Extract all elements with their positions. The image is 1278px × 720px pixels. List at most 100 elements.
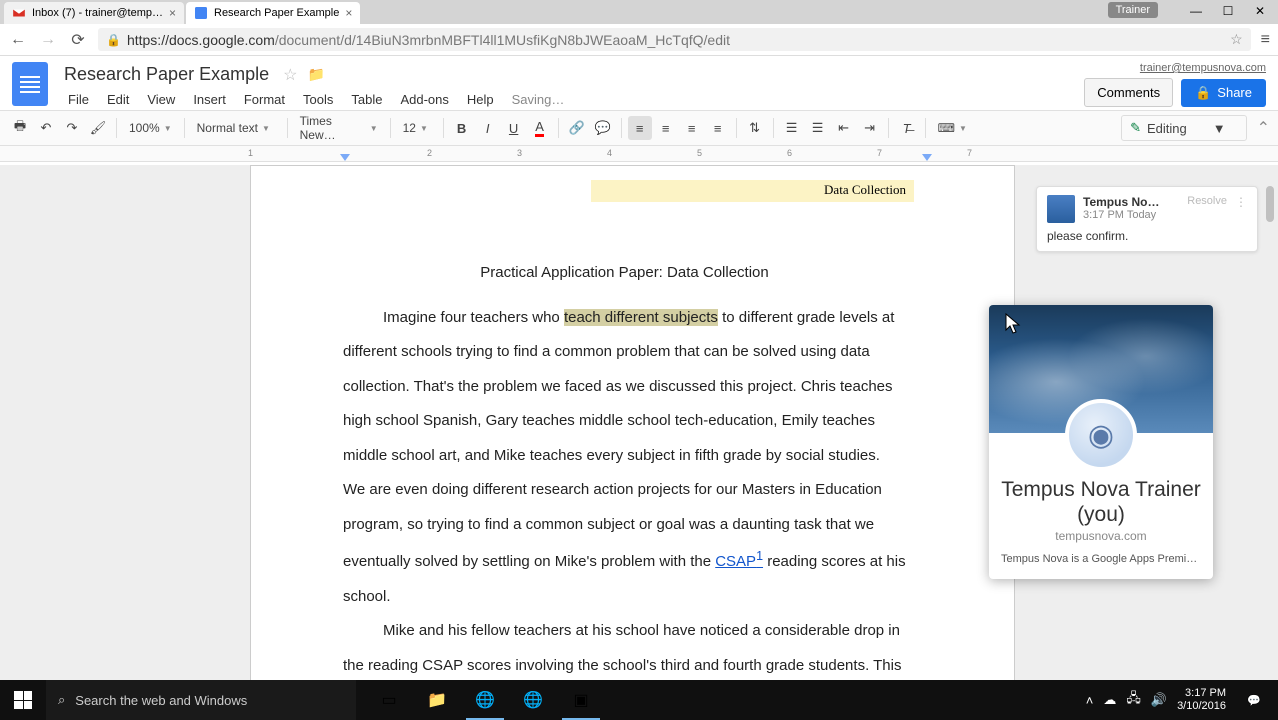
browser-tab-docs[interactable]: Research Paper Example × (186, 2, 360, 24)
star-icon[interactable]: ☆ (283, 65, 297, 85)
close-icon[interactable]: × (169, 6, 176, 20)
menu-addons[interactable]: Add-ons (392, 89, 456, 110)
task-view-button[interactable]: ▭ (366, 680, 412, 720)
clear-formatting-button[interactable]: T̶ (895, 116, 919, 140)
comments-button[interactable]: Comments (1084, 78, 1173, 107)
mouse-cursor (1004, 312, 1024, 336)
menu-format[interactable]: Format (236, 89, 293, 110)
windows-icon (14, 691, 32, 709)
lock-icon: 🔒 (106, 33, 121, 47)
save-status: Saving… (504, 89, 573, 110)
ruler[interactable]: 1 2 3 4 5 6 7 7 (0, 146, 1278, 162)
comment-menu-icon[interactable]: ⋮ (1235, 195, 1247, 209)
document-page[interactable]: Data Collection Practical Application Pa… (250, 165, 1015, 680)
volume-icon[interactable]: 🔊 (1151, 692, 1167, 708)
lock-icon: 🔒 (1195, 85, 1211, 101)
comment-thread[interactable]: Tempus Nova … 3:17 PM Today Resolve ⋮ pl… (1036, 186, 1258, 252)
menu-bar: File Edit View Insert Format Tools Table… (60, 89, 1084, 110)
paragraph[interactable]: Mike and his fellow teachers at his scho… (343, 614, 906, 680)
taskbar: ⌕ Search the web and Windows ▭ 📁 🌐 🌐 ▣ ˄… (0, 680, 1278, 720)
outdent-button[interactable]: ⇤ (832, 116, 856, 140)
file-explorer-icon[interactable]: 📁 (414, 680, 460, 720)
bold-button[interactable]: B (450, 116, 474, 140)
font-select[interactable]: Times New…▼ (294, 116, 384, 140)
close-button[interactable]: ✕ (1246, 2, 1274, 20)
align-right-button[interactable]: ≡ (680, 116, 704, 140)
italic-button[interactable]: I (476, 116, 500, 140)
toolbar: 🖶 ↶ ↷ 🖌 100%▼ Normal text▼ Times New…▼ 1… (0, 110, 1278, 146)
profile-badge[interactable]: Trainer (1108, 2, 1158, 18)
paragraph[interactable]: Imagine four teachers who teach differen… (343, 301, 906, 615)
close-icon[interactable]: × (345, 6, 352, 20)
underline-button[interactable]: U (502, 116, 526, 140)
collapse-toolbar-button[interactable]: ⌃ (1257, 118, 1270, 138)
tray-expand-icon[interactable]: ˄ (1086, 693, 1094, 708)
window-controls: — ☐ ✕ (1182, 2, 1274, 20)
browser-menu-button[interactable]: ≡ (1261, 31, 1270, 49)
clock[interactable]: 3:17 PM 3/10/2016 (1177, 687, 1226, 713)
scrollbar-thumb[interactable] (1266, 186, 1274, 222)
document-heading[interactable]: Practical Application Paper: Data Collec… (343, 256, 906, 291)
link-button[interactable]: 🔗 (565, 116, 589, 140)
start-button[interactable] (0, 680, 46, 720)
comment-timestamp: 3:17 PM Today (1083, 209, 1179, 221)
resolve-button[interactable]: Resolve (1187, 195, 1227, 207)
numbered-list-button[interactable]: ☰ (780, 116, 804, 140)
redo-button[interactable]: ↷ (60, 116, 84, 140)
browser-tab-inbox[interactable]: Inbox (7) - trainer@temp… × (4, 2, 184, 24)
url-field[interactable]: 🔒 https://docs.google.com/document/d/14B… (98, 28, 1251, 51)
tab-label: Inbox (7) - trainer@temp… (32, 7, 163, 19)
zoom-select[interactable]: 100%▼ (123, 116, 178, 140)
line-spacing-button[interactable]: ⇅ (743, 116, 767, 140)
page-header[interactable]: Data Collection (591, 180, 914, 202)
menu-help[interactable]: Help (459, 89, 502, 110)
paint-format-button[interactable]: 🖌 (86, 116, 110, 140)
menu-insert[interactable]: Insert (185, 89, 234, 110)
chrome-canary-icon[interactable]: 🌐 (510, 680, 556, 720)
align-left-button[interactable]: ≡ (628, 116, 652, 140)
editing-mode-select[interactable]: ✎ Editing ▼ (1121, 115, 1247, 141)
input-tools-button[interactable]: ⌨▼ (932, 116, 973, 140)
text-color-button[interactable]: A (528, 116, 552, 140)
indent-button[interactable]: ⇥ (858, 116, 882, 140)
menu-tools[interactable]: Tools (295, 89, 341, 110)
network-icon[interactable]: 🖧 (1126, 689, 1141, 711)
taskbar-search[interactable]: ⌕ Search the web and Windows (46, 680, 356, 720)
comment-button[interactable]: 💬 (591, 116, 615, 140)
highlighted-text[interactable]: teach different subjects (564, 309, 718, 326)
bookmark-star-icon[interactable]: ☆ (1230, 31, 1243, 48)
notifications-button[interactable]: 💬 (1236, 680, 1272, 720)
bulleted-list-button[interactable]: ☰ (806, 116, 830, 140)
reload-button[interactable]: ⟳ (68, 30, 88, 50)
minimize-button[interactable]: — (1182, 2, 1210, 20)
chrome-icon[interactable]: 🌐 (462, 680, 508, 720)
menu-view[interactable]: View (139, 89, 183, 110)
indent-marker-left[interactable] (340, 154, 350, 161)
style-select[interactable]: Normal text▼ (191, 116, 281, 140)
back-button[interactable]: ← (8, 30, 28, 50)
onedrive-icon[interactable]: ☁ (1103, 692, 1116, 708)
print-button[interactable]: 🖶 (8, 116, 32, 140)
maximize-button[interactable]: ☐ (1214, 2, 1242, 20)
account-email[interactable]: trainer@tempusnova.com (1140, 62, 1266, 74)
camtasia-icon[interactable]: ▣ (558, 680, 604, 720)
hovercard-description: Tempus Nova is a Google Apps Premi… (1001, 553, 1201, 565)
comment-body: please confirm. (1047, 229, 1247, 243)
scrollbar[interactable] (1266, 186, 1274, 680)
folder-icon[interactable]: 📁 (307, 66, 324, 83)
align-center-button[interactable]: ≡ (654, 116, 678, 140)
document-body[interactable]: Practical Application Paper: Data Collec… (343, 256, 906, 680)
csap-link[interactable]: CSAP1 (715, 553, 763, 570)
font-size-select[interactable]: 12▼ (397, 116, 437, 140)
docs-home-button[interactable] (12, 62, 48, 106)
avatar (1047, 195, 1075, 223)
forward-button[interactable]: → (38, 30, 58, 50)
indent-marker-right[interactable] (922, 154, 932, 161)
share-button[interactable]: 🔒 Share (1181, 79, 1266, 107)
menu-file[interactable]: File (60, 89, 97, 110)
menu-table[interactable]: Table (343, 89, 390, 110)
align-justify-button[interactable]: ≡ (706, 116, 730, 140)
undo-button[interactable]: ↶ (34, 116, 58, 140)
document-title[interactable]: Research Paper Example (60, 62, 273, 87)
menu-edit[interactable]: Edit (99, 89, 137, 110)
